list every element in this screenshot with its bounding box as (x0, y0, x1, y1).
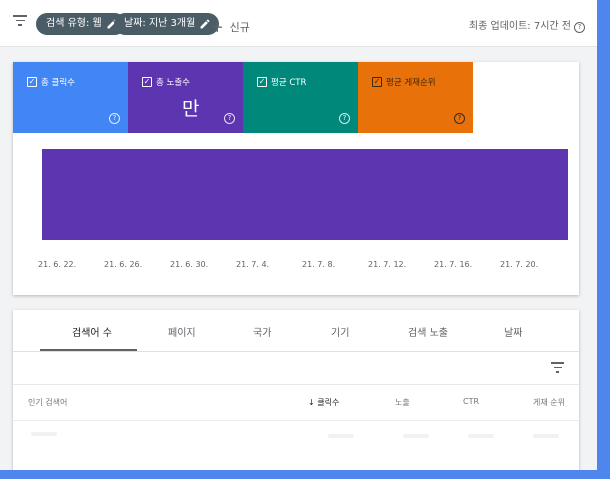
table-row (403, 434, 429, 438)
search-console-performance: 검색 유형: 웹 날짜: 지난 3개월 + 신규 최종 업데이트: 7시간 전? … (0, 0, 597, 470)
metric-average-ctr[interactable]: ✓ 평균 CTR ? (243, 62, 358, 133)
queries-card: 검색어 수 페이지 국가 기기 검색 노출 날짜 인기 검색어 ↓ 클릭수 노출… (13, 310, 579, 470)
help-icon[interactable]: ? (109, 113, 120, 124)
tab-dates[interactable]: 날짜 (504, 324, 522, 339)
date-range-chip-label: 날짜: 지난 3개월 (124, 18, 196, 29)
metric-label: 총 노출수 (156, 78, 190, 88)
table-filter-icon[interactable] (551, 362, 564, 373)
column-header-clicks-label: 클릭수 (317, 398, 340, 407)
tab-countries[interactable]: 국가 (253, 324, 271, 339)
help-icon[interactable]: ? (224, 113, 235, 124)
table-row (468, 434, 494, 438)
divider (13, 420, 579, 421)
series-area-0 (42, 149, 568, 240)
add-filter-button[interactable]: + 신규 (211, 17, 250, 36)
divider (13, 384, 579, 385)
checkbox-icon: ✓ (142, 77, 152, 87)
last-updated-text: 최종 업데이트: 7시간 전 (468, 21, 571, 32)
plus-icon: + (211, 18, 224, 36)
table-row (31, 432, 57, 436)
metric-label: 평균 게재순위 (386, 78, 436, 88)
last-updated: 최종 업데이트: 7시간 전? (469, 17, 585, 33)
search-type-chip-label: 검색 유형: 웹 (46, 18, 102, 29)
tab-devices[interactable]: 기기 (331, 324, 349, 339)
x-tick-label: 21. 6. 22. (38, 260, 76, 269)
x-tick-label: 21. 6. 26. (104, 260, 142, 269)
tab-pages[interactable]: 페이지 (168, 324, 196, 339)
search-type-chip[interactable]: 검색 유형: 웹 (36, 13, 126, 35)
metric-label: 총 클릭수 (41, 78, 75, 88)
performance-card: ✓ 총 클릭수 ? ✓ 총 노출수 만 ? ✓ 평균 CTR ? ✓ 평균 게재… (13, 62, 579, 295)
checkbox-icon: ✓ (27, 77, 37, 87)
edit-icon (200, 19, 210, 29)
column-header-impressions[interactable]: 노출 (395, 397, 410, 408)
x-tick-label: 21. 7. 8. (302, 260, 335, 269)
column-header-clicks[interactable]: ↓ 클릭수 (308, 397, 339, 408)
table-row (328, 434, 354, 438)
x-tick-label: 21. 7. 20. (500, 260, 538, 269)
checkbox-icon: ✓ (257, 77, 267, 87)
x-tick-label: 21. 7. 12. (368, 260, 406, 269)
tab-queries[interactable]: 검색어 수 (72, 324, 112, 339)
performance-chart: 21. 6. 22. 21. 6. 26. 21. 6. 30. 21. 7. 4. 2… (38, 149, 568, 269)
divider (13, 351, 579, 352)
x-tick-label: 21. 7. 16. (434, 260, 472, 269)
filter-bar: 검색 유형: 웹 날짜: 지난 3개월 + 신규 최종 업데이트: 7시간 전? (0, 0, 597, 47)
metric-average-position[interactable]: ✓ 평균 게재순위 ? (358, 62, 473, 133)
help-icon[interactable]: ? (454, 113, 465, 124)
metric-label: 평균 CTR (271, 78, 307, 88)
date-range-chip[interactable]: 날짜: 지난 3개월 (114, 13, 220, 35)
column-header-ctr[interactable]: CTR (463, 397, 479, 406)
add-filter-label: 신규 (229, 21, 250, 34)
column-header-top-queries[interactable]: 인기 검색어 (28, 397, 67, 408)
checkbox-icon: ✓ (372, 77, 382, 87)
table-row (533, 434, 559, 438)
x-tick-label: 21. 6. 30. (170, 260, 208, 269)
x-tick-label: 21. 7. 4. (236, 260, 269, 269)
tab-search-appearance[interactable]: 검색 노출 (408, 324, 448, 339)
sort-down-arrow-icon: ↓ (308, 398, 315, 407)
help-icon[interactable]: ? (574, 22, 585, 33)
metric-total-impressions[interactable]: ✓ 총 노출수 만 ? (128, 62, 243, 133)
metric-total-clicks[interactable]: ✓ 총 클릭수 ? (13, 62, 128, 133)
help-icon[interactable]: ? (339, 113, 350, 124)
metric-value: 만 (182, 98, 200, 120)
filter-icon[interactable] (13, 15, 27, 27)
column-header-position[interactable]: 게재 순위 (533, 397, 565, 408)
